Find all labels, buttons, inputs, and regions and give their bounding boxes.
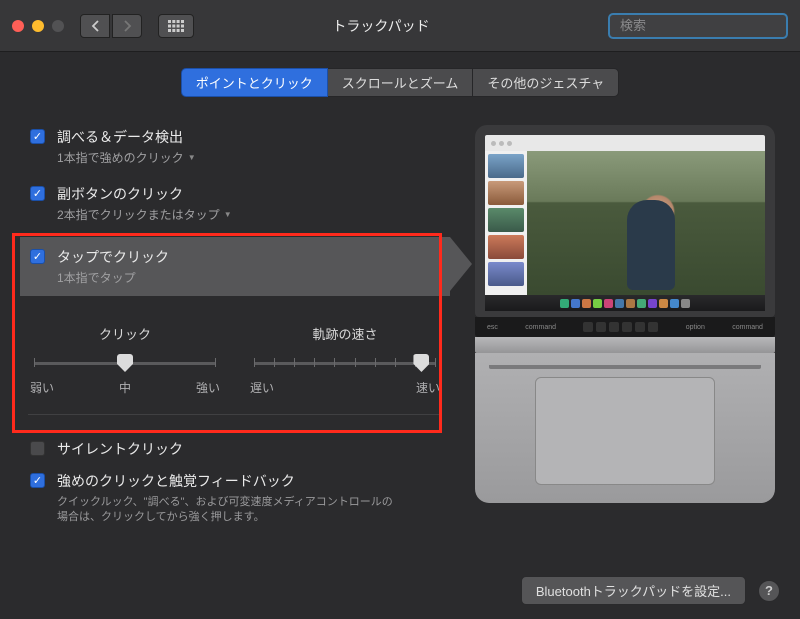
footer: Bluetoothトラックパッドを設定... ? bbox=[521, 576, 780, 605]
checkbox-silent[interactable]: ✓ bbox=[30, 441, 45, 456]
option-lookup-title: 調べる＆データ検出 bbox=[57, 127, 196, 147]
chevron-left-icon bbox=[91, 20, 100, 32]
preview-column: esc command option command bbox=[470, 121, 780, 526]
option-tap: ✓ タップでクリック 1本指でタップ bbox=[30, 247, 450, 286]
slider-tracking-label-max: 速い bbox=[416, 379, 440, 396]
chevron-down-icon: ▼ bbox=[188, 153, 196, 162]
option-force-desc: クイックルック、"調べる"、および可変速度メディアコントロールの場合は、クリック… bbox=[57, 495, 397, 526]
checkbox-lookup[interactable]: ✓ bbox=[30, 129, 45, 144]
option-lookup: ✓ 調べる＆データ検出 1本指で強めのクリック▼ bbox=[20, 121, 450, 178]
slider-click-title: クリック bbox=[30, 324, 220, 343]
checkbox-tap[interactable]: ✓ bbox=[30, 249, 45, 264]
grid-icon bbox=[168, 20, 184, 32]
chevron-down-icon: ▼ bbox=[224, 210, 232, 219]
slider-click: クリック 弱い 中 強い bbox=[30, 324, 220, 396]
tab-bar: ポイントとクリック スクロールとズーム その他のジェスチャ bbox=[20, 68, 780, 97]
slider-tracking-label-min: 遅い bbox=[250, 379, 274, 396]
slider-tracking-thumb[interactable] bbox=[413, 354, 429, 372]
macbook-screen bbox=[475, 125, 775, 317]
slider-click-label-min: 弱い bbox=[30, 379, 54, 396]
back-button[interactable] bbox=[80, 14, 110, 38]
slider-click-track[interactable] bbox=[34, 353, 216, 373]
tab-point-click[interactable]: ポイントとクリック bbox=[181, 68, 328, 97]
option-force-title: 強めのクリックと触覚フィードバック bbox=[57, 471, 295, 491]
forward-button[interactable] bbox=[112, 14, 142, 38]
option-lookup-sub[interactable]: 1本指で強めのクリック▼ bbox=[57, 149, 196, 166]
macbook-preview: esc command option command bbox=[475, 125, 775, 503]
slider-click-label-max: 強い bbox=[196, 379, 220, 396]
checkbox-force[interactable]: ✓ bbox=[30, 473, 45, 488]
option-silent: ✓ サイレントクリック bbox=[20, 433, 450, 471]
slider-click-thumb[interactable] bbox=[117, 354, 133, 372]
close-window-icon[interactable] bbox=[12, 20, 24, 32]
minimize-window-icon[interactable] bbox=[32, 20, 44, 32]
window-title: トラックパッド bbox=[204, 16, 598, 36]
option-secondary: ✓ 副ボタンのクリック 2本指でクリックまたはタップ▼ bbox=[20, 178, 450, 235]
option-tap-sub: 1本指でタップ bbox=[57, 269, 169, 286]
chevron-right-icon bbox=[123, 20, 132, 32]
macbook-body bbox=[475, 353, 775, 503]
show-all-button[interactable] bbox=[158, 14, 194, 38]
divider bbox=[28, 414, 442, 415]
macbook-touchbar: esc command option command bbox=[475, 317, 775, 337]
zoom-window-icon bbox=[52, 20, 64, 32]
slider-tracking: 軌跡の速さ 遅い 速い bbox=[250, 324, 440, 396]
sliders-row: クリック 弱い 中 強い 軌跡の速さ bbox=[20, 324, 450, 396]
option-silent-title: サイレントクリック bbox=[57, 439, 183, 459]
help-button[interactable]: ? bbox=[758, 580, 780, 602]
slider-tracking-title: 軌跡の速さ bbox=[250, 324, 440, 343]
slider-click-label-mid: 中 bbox=[119, 379, 131, 396]
tab-scroll-zoom[interactable]: スクロールとズーム bbox=[327, 68, 474, 97]
window-controls bbox=[12, 20, 64, 32]
slider-tracking-track[interactable] bbox=[254, 353, 436, 373]
options-column: ✓ 調べる＆データ検出 1本指で強めのクリック▼ ✓ 副ボタンのクリック 2本指… bbox=[20, 121, 450, 526]
nav-buttons bbox=[80, 14, 142, 38]
tab-more-gestures[interactable]: その他のジェスチャ bbox=[472, 68, 619, 97]
option-tap-highlight: ✓ タップでクリック 1本指でタップ bbox=[20, 237, 450, 296]
checkbox-secondary[interactable]: ✓ bbox=[30, 186, 45, 201]
option-tap-title: タップでクリック bbox=[57, 247, 169, 267]
option-secondary-title: 副ボタンのクリック bbox=[57, 184, 232, 204]
titlebar: トラックパッド bbox=[0, 0, 800, 52]
macbook-trackpad bbox=[535, 377, 715, 485]
search-input[interactable] bbox=[620, 18, 796, 33]
search-field[interactable] bbox=[608, 13, 788, 39]
option-secondary-sub[interactable]: 2本指でクリックまたはタップ▼ bbox=[57, 206, 232, 223]
bluetooth-setup-button[interactable]: Bluetoothトラックパッドを設定... bbox=[521, 576, 746, 605]
